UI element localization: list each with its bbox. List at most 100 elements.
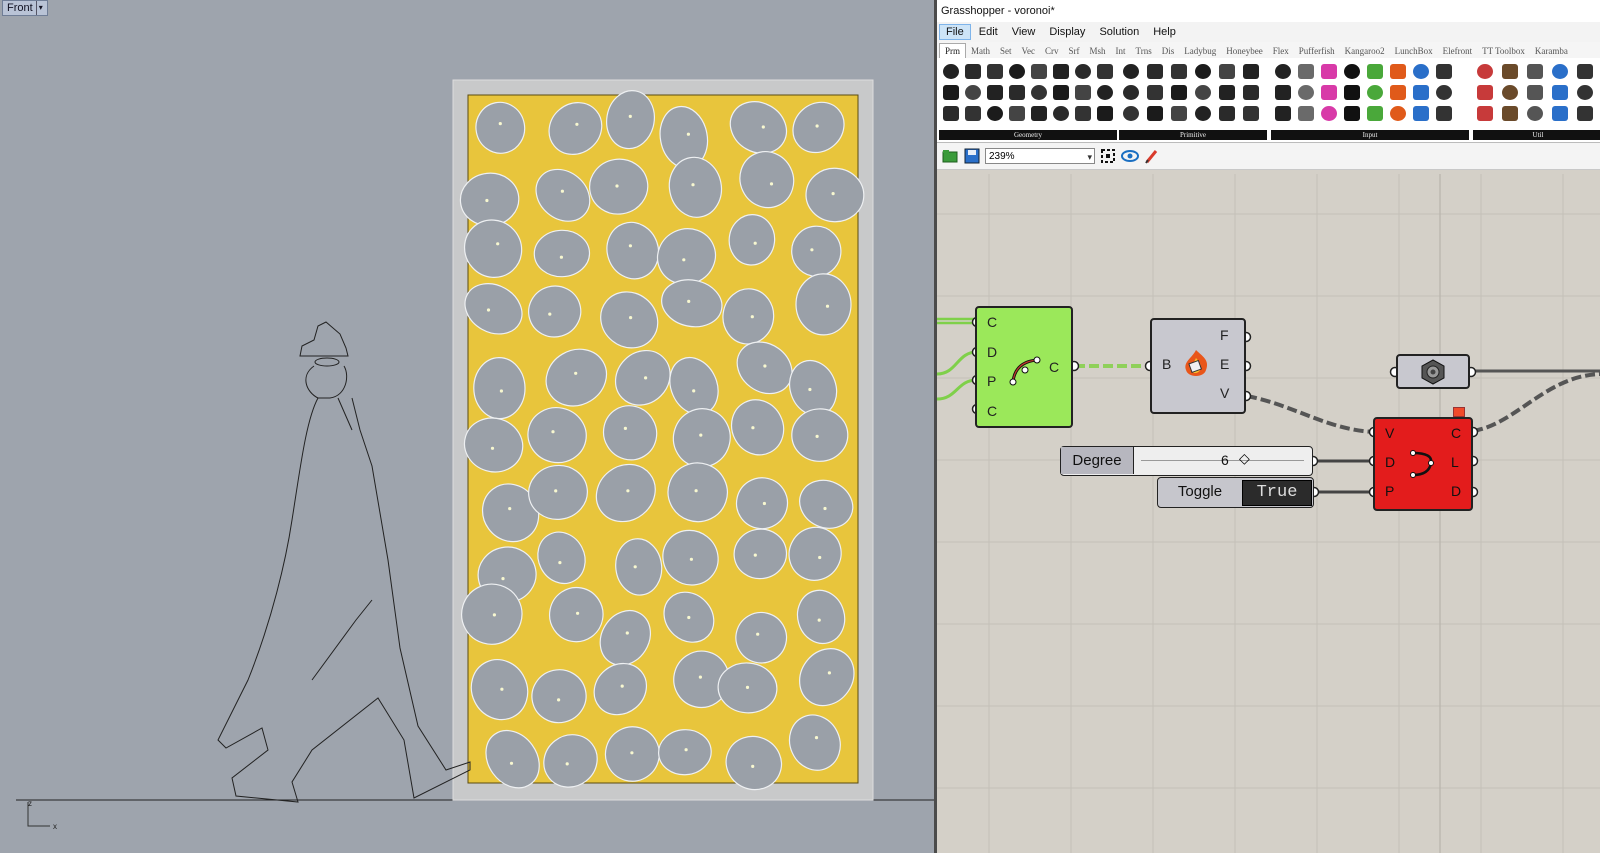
curve-component[interactable]: C D P C C [975, 306, 1073, 428]
component-icon[interactable] [1051, 83, 1071, 102]
component-icon[interactable] [1296, 83, 1316, 102]
tab-ladybug[interactable]: Ladybug [1179, 44, 1221, 58]
component-icon[interactable] [963, 83, 983, 102]
save-file-icon[interactable] [963, 147, 981, 165]
component-icon[interactable] [1029, 104, 1049, 123]
component-icon[interactable] [1073, 83, 1093, 102]
component-icon[interactable] [1296, 62, 1316, 81]
component-icon[interactable] [1550, 62, 1570, 81]
tab-kangaroo2[interactable]: Kangaroo2 [1340, 44, 1390, 58]
component-icon[interactable] [1575, 104, 1595, 123]
component-icon[interactable] [1388, 104, 1408, 123]
component-icon[interactable] [1411, 83, 1431, 102]
component-icon[interactable] [1319, 83, 1339, 102]
slider-grip-icon[interactable]: ◇ [1239, 450, 1250, 467]
tab-vec[interactable]: Vec [1017, 44, 1041, 58]
component-icon[interactable] [1388, 62, 1408, 81]
component-icon[interactable] [1525, 83, 1545, 102]
tab-prm[interactable]: Prm [939, 43, 967, 58]
gh-canvas[interactable]: C D P C C B F E V V D P C L D Degree 6 ◇… [937, 174, 1600, 853]
component-icon[interactable] [1121, 62, 1141, 81]
component-icon[interactable] [1007, 62, 1027, 81]
tab-pufferfish[interactable]: Pufferfish [1294, 44, 1340, 58]
nurbs-curve-component[interactable]: V D P C L D [1373, 407, 1473, 511]
component-icon[interactable] [1411, 104, 1431, 123]
tab-lunchbox[interactable]: LunchBox [1390, 44, 1438, 58]
component-icon[interactable] [1434, 62, 1454, 81]
component-icon[interactable] [1319, 104, 1339, 123]
component-icon[interactable] [985, 104, 1005, 123]
menu-solution[interactable]: Solution [1093, 25, 1145, 39]
tab-honeybee[interactable]: Honeybee [1221, 44, 1267, 58]
component-icon[interactable] [1193, 62, 1213, 81]
viewport-menu-arrow-icon[interactable]: ▾ [35, 1, 43, 15]
component-icon[interactable] [1051, 62, 1071, 81]
rhino-viewport[interactable]: zx Front ▾ [0, 0, 934, 853]
component-icon[interactable] [1121, 104, 1141, 123]
tab-elefront[interactable]: Elefront [1438, 44, 1478, 58]
component-icon[interactable] [1273, 104, 1293, 123]
component-icon[interactable] [1550, 83, 1570, 102]
component-icon[interactable] [1342, 62, 1362, 81]
component-icon[interactable] [1575, 83, 1595, 102]
viewport-tab-front[interactable]: Front ▾ [2, 0, 48, 16]
component-icon[interactable] [963, 62, 983, 81]
component-icon[interactable] [1273, 83, 1293, 102]
component-icon[interactable] [985, 62, 1005, 81]
component-icon[interactable] [1073, 104, 1093, 123]
component-icon[interactable] [1007, 83, 1027, 102]
tab-flex[interactable]: Flex [1268, 44, 1294, 58]
component-icon[interactable] [1169, 83, 1189, 102]
component-icon[interactable] [1475, 62, 1495, 81]
component-icon[interactable] [1475, 83, 1495, 102]
tab-msh[interactable]: Msh [1085, 44, 1111, 58]
menu-view[interactable]: View [1006, 25, 1042, 39]
component-icon[interactable] [1500, 62, 1520, 81]
menu-display[interactable]: Display [1043, 25, 1091, 39]
tab-int[interactable]: Int [1111, 44, 1131, 58]
component-icon[interactable] [1475, 104, 1495, 123]
tab-srf[interactable]: Srf [1064, 44, 1085, 58]
tab-math[interactable]: Math [966, 44, 995, 58]
component-icon[interactable] [1525, 62, 1545, 81]
component-icon[interactable] [1007, 104, 1027, 123]
component-icon[interactable] [1145, 62, 1165, 81]
component-icon[interactable] [1095, 104, 1115, 123]
component-icon[interactable] [963, 104, 983, 123]
sketch-pen-icon[interactable] [1143, 147, 1161, 165]
zoom-dropdown[interactable]: 239% ▾ [985, 148, 1095, 164]
component-icon[interactable] [1241, 104, 1261, 123]
tab-trns[interactable]: Trns [1131, 44, 1157, 58]
component-icon[interactable] [1169, 104, 1189, 123]
component-icon[interactable] [1193, 83, 1213, 102]
component-icon[interactable] [1095, 62, 1115, 81]
component-icon[interactable] [1434, 104, 1454, 123]
degree-slider[interactable]: Degree 6 ◇ [1060, 446, 1313, 476]
component-icon[interactable] [1145, 83, 1165, 102]
component-icon[interactable] [1217, 62, 1237, 81]
preview-eye-icon[interactable] [1121, 147, 1139, 165]
component-icon[interactable] [1388, 83, 1408, 102]
tab-tt-toolbox[interactable]: TT Toolbox [1477, 44, 1530, 58]
tab-crv[interactable]: Crv [1040, 44, 1064, 58]
geometry-param-component[interactable] [1396, 354, 1470, 389]
component-icon[interactable] [1342, 104, 1362, 123]
component-icon[interactable] [1029, 83, 1049, 102]
component-icon[interactable] [1525, 104, 1545, 123]
component-icon[interactable] [941, 104, 961, 123]
component-icon[interactable] [1411, 62, 1431, 81]
component-icon[interactable] [1319, 62, 1339, 81]
component-icon[interactable] [1029, 62, 1049, 81]
brep-edges-component[interactable]: B F E V [1150, 318, 1246, 414]
component-icon[interactable] [1365, 62, 1385, 81]
menu-help[interactable]: Help [1147, 25, 1182, 39]
component-icon[interactable] [1169, 62, 1189, 81]
component-icon[interactable] [1217, 83, 1237, 102]
component-icon[interactable] [1095, 83, 1115, 102]
component-icon[interactable] [1193, 104, 1213, 123]
tab-dis[interactable]: Dis [1157, 44, 1180, 58]
component-icon[interactable] [1073, 62, 1093, 81]
component-icon[interactable] [1121, 83, 1141, 102]
tab-set[interactable]: Set [995, 44, 1017, 58]
viewport-canvas[interactable]: zx [0, 0, 934, 853]
